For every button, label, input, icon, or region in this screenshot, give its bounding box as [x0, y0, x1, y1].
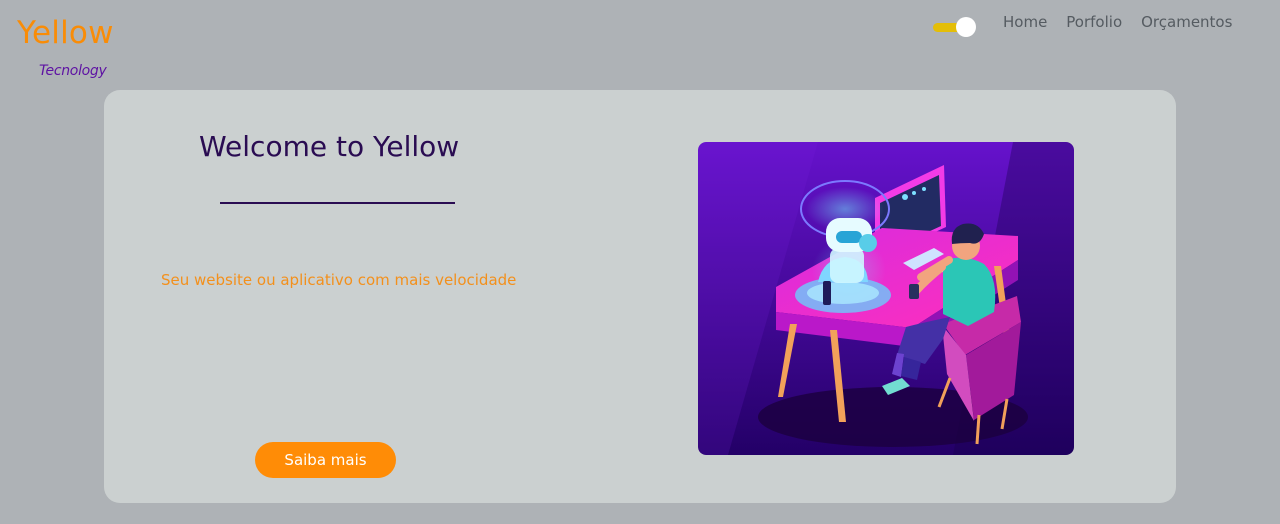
brand-subtitle: Tecnology [39, 63, 107, 79]
main-nav: Home Porfolio Orçamentos [1003, 12, 1232, 32]
learn-more-button[interactable]: Saiba mais [255, 442, 396, 478]
brand-logo[interactable]: Yellow Tecnology [17, 14, 137, 79]
brand-title: Yellow [17, 15, 114, 51]
nav-budgets[interactable]: Orçamentos [1141, 12, 1232, 32]
hero-tagline: Seu website ou aplicativo com mais veloc… [161, 271, 517, 289]
theme-toggle[interactable] [933, 17, 977, 37]
nav-portfolio[interactable]: Porfolio [1066, 12, 1122, 32]
nav-home[interactable]: Home [1003, 12, 1047, 32]
hero-illustration [698, 142, 1074, 455]
hero-heading: Welcome to Yellow [199, 130, 460, 163]
heading-underline [220, 202, 455, 204]
toggle-knob [956, 17, 976, 37]
hero-card: Welcome to Yellow Seu website ou aplicat… [104, 90, 1176, 503]
